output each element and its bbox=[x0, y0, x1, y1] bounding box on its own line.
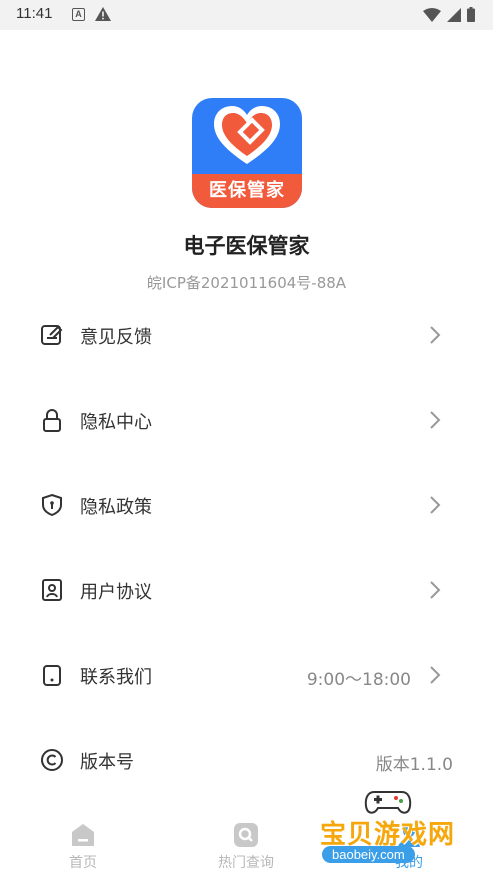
menu-item-user-agreement[interactable]: 用户协议 bbox=[0, 560, 493, 620]
menu-item-version: 版本号 版本1.1.0 bbox=[0, 730, 493, 790]
menu-label: 版本号 bbox=[80, 752, 134, 773]
status-bar: 11:41 A bbox=[0, 0, 493, 30]
watermark: 宝贝游戏网 baobeiy.com bbox=[312, 786, 482, 874]
battery-icon bbox=[467, 7, 475, 22]
icp-number: 皖ICP备2021011604号-88A bbox=[146, 274, 347, 292]
status-time: 11:41 bbox=[16, 5, 53, 22]
gamepad-icon bbox=[364, 791, 412, 814]
chevron-right-icon bbox=[430, 326, 441, 344]
search-icon bbox=[234, 823, 258, 847]
warning-icon bbox=[95, 7, 111, 21]
tab-label: 首页 bbox=[69, 855, 97, 871]
tab-label: 热门查询 bbox=[218, 855, 274, 871]
chevron-right-icon bbox=[430, 496, 441, 514]
app-name: 电子医保管家 bbox=[183, 234, 310, 258]
shield-icon bbox=[42, 493, 62, 517]
chevron-right-icon bbox=[430, 411, 441, 429]
heart-icon bbox=[214, 106, 280, 164]
a-icon: A bbox=[72, 8, 85, 21]
menu-label: 意见反馈 bbox=[80, 327, 152, 348]
wifi-icon bbox=[423, 7, 441, 22]
menu-label: 联系我们 bbox=[80, 667, 152, 688]
feedback-icon bbox=[41, 325, 63, 345]
lock-icon bbox=[43, 409, 61, 432]
phone-icon bbox=[43, 665, 61, 686]
watermark-url: baobeiy.com bbox=[322, 846, 415, 863]
contact-hours: 9:00～18:00 bbox=[306, 670, 411, 690]
tab-home[interactable]: 首页 bbox=[38, 822, 128, 872]
copyright-icon bbox=[41, 749, 63, 771]
chevron-right-icon bbox=[430, 581, 441, 599]
home-icon bbox=[72, 824, 94, 846]
app-logo-text: 医保管家 bbox=[209, 180, 285, 201]
chevron-right-icon bbox=[430, 666, 441, 684]
menu-item-privacy-policy[interactable]: 隐私政策 bbox=[0, 475, 493, 535]
menu-item-privacy-center[interactable]: 隐私中心 bbox=[0, 390, 493, 450]
version-value: 版本1.1.0 bbox=[375, 755, 453, 775]
signal-icon bbox=[447, 7, 461, 22]
menu-item-contact-us[interactable]: 联系我们 9:00～18:00 bbox=[0, 645, 493, 705]
menu-item-feedback[interactable]: 意见反馈 bbox=[0, 305, 493, 365]
tab-hot-search[interactable]: 热门查询 bbox=[201, 822, 291, 872]
app-logo: 医保管家 bbox=[192, 98, 302, 208]
menu-label: 用户协议 bbox=[80, 582, 152, 603]
menu-label: 隐私政策 bbox=[80, 497, 152, 518]
user-agreement-icon bbox=[42, 579, 62, 601]
menu-label: 隐私中心 bbox=[80, 412, 152, 433]
